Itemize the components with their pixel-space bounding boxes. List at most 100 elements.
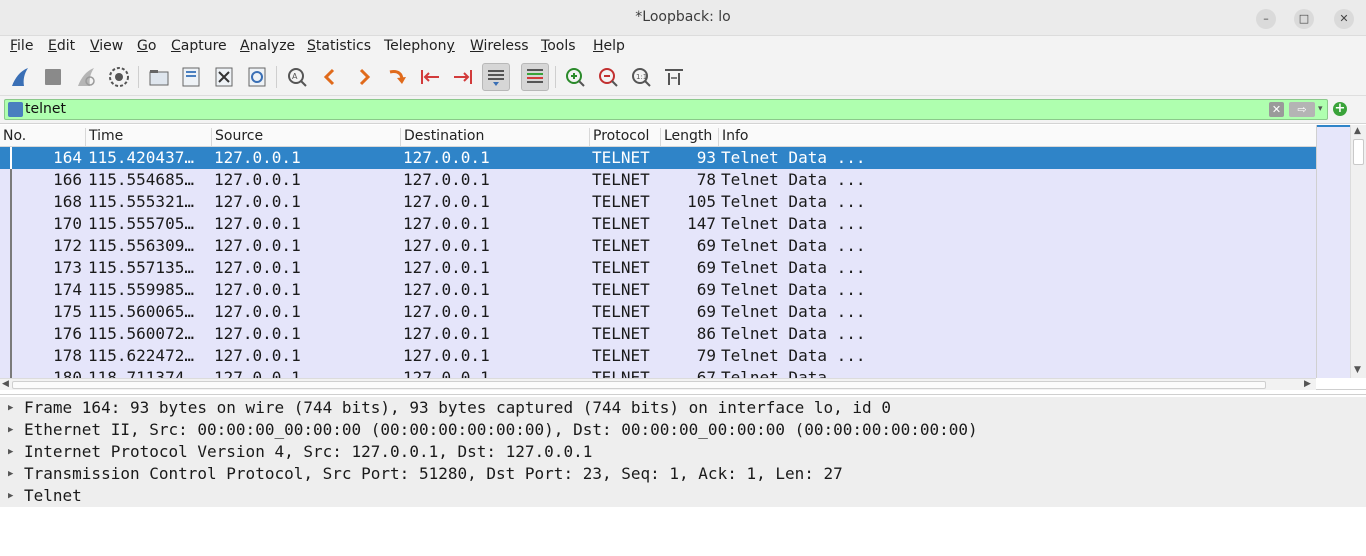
detail-tree-label: Transmission Control Protocol, Src Port:…	[24, 464, 843, 483]
menu-telephony[interactable]: Telephony	[384, 38, 455, 54]
minimize-icon[interactable]: –	[1256, 9, 1276, 29]
cell-protocol: TELNET	[592, 214, 650, 233]
cell-info: Telnet Data ...	[721, 302, 866, 321]
filter-text[interactable]: telnet	[25, 100, 66, 119]
expand-arrow-icon[interactable]: ▶	[8, 397, 13, 419]
menu-file[interactable]: File	[10, 38, 33, 54]
vertical-scroll-thumb[interactable]	[1353, 139, 1364, 165]
cell-destination: 127.0.0.1	[403, 214, 490, 233]
detail-tree-item[interactable]: ▶ Frame 164: 93 bytes on wire (744 bits),…	[0, 397, 1366, 419]
cell-destination: 127.0.0.1	[403, 302, 490, 321]
open-folder-icon[interactable]	[145, 63, 173, 91]
menu-go[interactable]: Go	[137, 38, 156, 54]
menu-view[interactable]: View	[90, 38, 123, 54]
cell-no: 174	[53, 280, 82, 299]
go-back-arrow-icon[interactable]	[316, 63, 344, 91]
detail-tree-label: Telnet	[24, 486, 82, 505]
gear-options-icon[interactable]	[105, 63, 133, 91]
go-to-packet-icon[interactable]	[383, 63, 411, 91]
cell-length: 86	[696, 324, 716, 343]
maximize-icon[interactable]: □	[1294, 9, 1314, 29]
scroll-left-icon[interactable]: ◀	[2, 379, 9, 389]
vertical-scrollbar[interactable]: ▲ ▼	[1350, 125, 1366, 378]
packet-row[interactable]: 170 115.555705… 127.0.0.1 127.0.0.1 TELNET 14…	[0, 213, 1316, 235]
packet-row[interactable]: 178 115.622472… 127.0.0.1 127.0.0.1 TELNET 79…	[0, 345, 1316, 367]
column-header-source[interactable]: Source	[211, 128, 400, 146]
menu-help[interactable]: Help	[593, 38, 625, 54]
cell-destination: 127.0.0.1	[403, 192, 490, 211]
detail-tree-item[interactable]: ▶ Transmission Control Protocol, Src Port…	[0, 463, 1366, 485]
stop-square-icon[interactable]	[39, 63, 67, 91]
scroll-down-icon[interactable]: ▼	[1354, 365, 1361, 375]
packet-row[interactable]: 176 115.560072… 127.0.0.1 127.0.0.1 TELNET 86…	[0, 323, 1316, 345]
packet-row[interactable]: 172 115.556309… 127.0.0.1 127.0.0.1 TELNET 69…	[0, 235, 1316, 257]
go-forward-arrow-icon[interactable]	[350, 63, 378, 91]
menu-wireless[interactable]: Wireless	[470, 38, 529, 54]
save-file-icon[interactable]	[177, 63, 205, 91]
cell-info: Telnet Data ...	[721, 258, 866, 277]
expand-arrow-icon[interactable]: ▶	[8, 441, 13, 463]
restart-fin-icon[interactable]	[72, 63, 100, 91]
column-header-time[interactable]: Time	[85, 128, 211, 146]
cell-time: 115.420437…	[88, 148, 194, 167]
detail-tree-item[interactable]: ▶ Telnet	[0, 485, 1366, 507]
packet-row[interactable]: 180 118.711374… 127.0.0.1 127.0.0.1 TELNET 67…	[0, 367, 1316, 378]
clear-filter-icon[interactable]: ✕	[1269, 102, 1284, 117]
packet-minimap[interactable]	[1316, 125, 1350, 378]
expand-arrow-icon[interactable]: ▶	[8, 419, 13, 441]
close-window-icon[interactable]: ✕	[1334, 9, 1354, 29]
first-packet-icon[interactable]	[416, 63, 444, 91]
column-header-length[interactable]: Length	[660, 128, 718, 146]
zoom-in-icon[interactable]	[561, 63, 589, 91]
column-header-destination[interactable]: Destination	[400, 128, 589, 146]
shark-fin-start-icon[interactable]	[6, 63, 34, 91]
reload-icon[interactable]	[243, 63, 271, 91]
cell-destination: 127.0.0.1	[403, 280, 490, 299]
column-header-protocol[interactable]: Protocol	[589, 128, 660, 146]
horizontal-scrollbar[interactable]: ◀ ▶	[0, 378, 1316, 390]
cell-no: 164	[53, 148, 82, 167]
cell-no: 172	[53, 236, 82, 255]
detail-tree-item[interactable]: ▶ Ethernet II, Src: 00:00:00_00:00:00 (00…	[0, 419, 1366, 441]
colorize-icon[interactable]	[521, 63, 549, 91]
column-header-info[interactable]: Info	[718, 128, 1316, 146]
expand-arrow-icon[interactable]: ▶	[8, 485, 13, 507]
detail-tree-item[interactable]: ▶ Internet Protocol Version 4, Src: 127.0…	[0, 441, 1366, 463]
menu-edit[interactable]: Edit	[48, 38, 75, 54]
last-packet-icon[interactable]	[449, 63, 477, 91]
find-packet-icon[interactable]: A	[283, 63, 311, 91]
expand-arrow-icon[interactable]: ▶	[8, 463, 13, 485]
packet-row[interactable]: 175 115.560065… 127.0.0.1 127.0.0.1 TELNET 69…	[0, 301, 1316, 323]
svg-text:A: A	[292, 72, 298, 81]
normal-size-icon[interactable]: 1:1	[627, 63, 655, 91]
display-filter-input[interactable]: telnet ✕ ⇨ ▾	[4, 99, 1328, 120]
menu-statistics[interactable]: Statistics	[307, 38, 371, 54]
menu-capture[interactable]: Capture	[171, 38, 227, 54]
horizontal-scroll-thumb[interactable]	[12, 381, 1266, 389]
title-bar: *Loopback: lo – □ ✕	[0, 0, 1366, 36]
cell-destination: 127.0.0.1	[403, 324, 490, 343]
scroll-right-icon[interactable]: ▶	[1304, 379, 1311, 389]
cell-no: 178	[53, 346, 82, 365]
packet-row[interactable]: 166 115.554685… 127.0.0.1 127.0.0.1 TELNET 78…	[0, 169, 1316, 191]
packet-row[interactable]: 164 115.420437… 127.0.0.1 127.0.0.1 TELNET 93…	[0, 147, 1316, 169]
cell-info: Telnet Data ...	[721, 368, 866, 378]
filter-history-dropdown-icon[interactable]: ▾	[1318, 102, 1328, 117]
column-header-no[interactable]: No.	[0, 128, 85, 146]
packet-row[interactable]: 173 115.557135… 127.0.0.1 127.0.0.1 TELNET 69…	[0, 257, 1316, 279]
close-file-icon[interactable]	[210, 63, 238, 91]
autoscroll-icon[interactable]	[482, 63, 510, 91]
cell-destination: 127.0.0.1	[403, 368, 490, 378]
packet-row[interactable]: 174 115.559985… 127.0.0.1 127.0.0.1 TELNET 69…	[0, 279, 1316, 301]
bookmark-icon[interactable]	[8, 102, 23, 117]
add-filter-button-icon[interactable]: +	[1333, 102, 1347, 116]
cell-source: 127.0.0.1	[214, 170, 301, 189]
detail-tree-label: Frame 164: 93 bytes on wire (744 bits), …	[24, 398, 891, 417]
packet-row[interactable]: 168 115.555321… 127.0.0.1 127.0.0.1 TELNET 10…	[0, 191, 1316, 213]
scroll-up-icon[interactable]: ▲	[1354, 126, 1361, 136]
apply-filter-icon[interactable]: ⇨	[1289, 102, 1315, 117]
menu-analyze[interactable]: Analyze	[240, 38, 295, 54]
menu-tools[interactable]: Tools	[541, 38, 576, 54]
resize-columns-icon[interactable]	[660, 63, 688, 91]
zoom-out-icon[interactable]	[594, 63, 622, 91]
